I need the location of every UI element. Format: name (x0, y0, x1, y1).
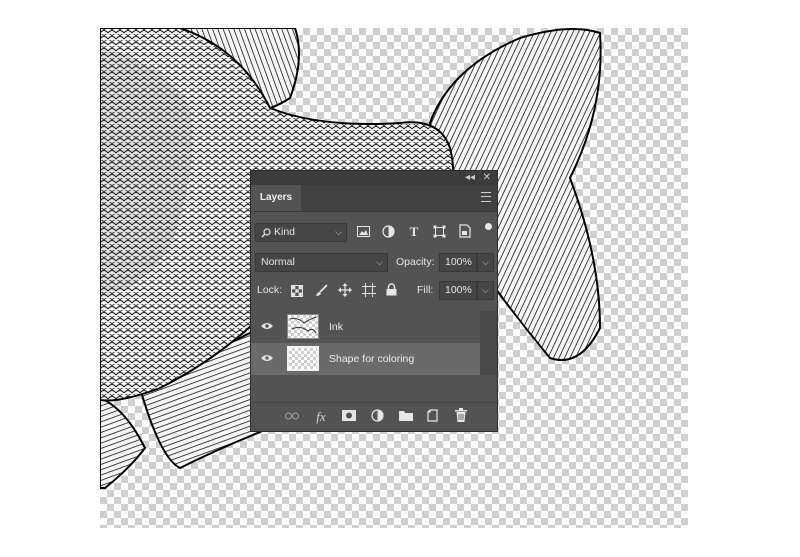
lock-transparent-icon[interactable] (291, 285, 303, 297)
opacity-dropdown[interactable]: ⌵ (477, 253, 494, 272)
fill-dropdown[interactable]: ⌵ (477, 281, 494, 300)
close-icon[interactable]: ✕ (483, 171, 491, 185)
layer-row-shape-for-coloring[interactable]: Shape for coloring (251, 343, 481, 375)
image-filter-icon[interactable] (357, 226, 370, 237)
lock-all-icon[interactable] (386, 283, 397, 296)
blend-row: Normal ⌵ Opacity: 100% ⌵ (251, 253, 497, 275)
tab-layers[interactable]: Layers (251, 185, 301, 211)
fill-input[interactable]: 100% (439, 281, 477, 300)
layers-scrollbar[interactable] (480, 311, 497, 375)
panel-tab-row: Layers (251, 185, 497, 212)
folder-icon[interactable] (399, 410, 413, 421)
fill-value: 100% (445, 284, 472, 296)
lock-paint-icon[interactable] (315, 284, 328, 297)
layer-thumbnail (287, 346, 319, 371)
chevron-down-icon: ⌵ (376, 257, 383, 267)
filter-toggle-switch[interactable] (485, 223, 492, 230)
opacity-value: 100% (445, 256, 472, 268)
blend-mode-label: Normal (261, 256, 295, 268)
type-filter-icon[interactable]: T (406, 224, 422, 240)
lock-label: Lock: (257, 284, 283, 296)
filter-kind-label: Kind (274, 226, 296, 238)
trash-icon[interactable] (455, 408, 467, 422)
panel-menu-icon[interactable] (481, 192, 491, 202)
opacity-label: Opacity: (396, 256, 435, 268)
fill-label: Fill: (417, 284, 434, 296)
search-icon (261, 228, 271, 238)
lock-row: Lock: Fill: 100% ⌵ (251, 281, 497, 303)
chevron-down-icon: ⌵ (335, 227, 342, 237)
chevron-down-icon: ⌵ (482, 285, 489, 295)
lock-position-icon[interactable] (338, 283, 352, 297)
layer-name[interactable]: Ink (329, 311, 343, 343)
layers-panel: ◂◂ ✕ Layers Kind ⌵ T Normal ⌵ Opacity: 1… (250, 170, 498, 432)
visibility-eye-icon[interactable] (261, 353, 273, 365)
chevron-down-icon: ⌵ (482, 257, 489, 267)
mask-icon[interactable] (342, 410, 356, 421)
filter-kind-select[interactable]: Kind ⌵ (255, 223, 347, 242)
adjustment-filter-icon[interactable] (382, 225, 395, 238)
filter-row: Kind ⌵ T (251, 223, 497, 245)
visibility-eye-icon[interactable] (261, 321, 273, 333)
link-icon[interactable] (285, 412, 299, 420)
layer-row-ink[interactable]: Ink (251, 311, 481, 343)
adjustment-icon[interactable] (371, 409, 384, 422)
layers-bottom-toolbar: fx (251, 402, 497, 431)
lock-artboard-icon[interactable] (362, 283, 376, 297)
panel-title-bar[interactable]: ◂◂ ✕ (251, 171, 497, 185)
fx-icon[interactable]: fx (313, 409, 329, 425)
layer-name[interactable]: Shape for coloring (329, 343, 414, 375)
layers-list: Ink Shape for coloring (251, 311, 481, 375)
new-layer-icon[interactable] (427, 409, 439, 422)
layer-thumbnail (287, 314, 319, 339)
blend-mode-select[interactable]: Normal ⌵ (255, 253, 388, 272)
opacity-input[interactable]: 100% (439, 253, 477, 272)
smartobject-filter-icon[interactable] (459, 224, 471, 238)
shape-filter-icon[interactable] (433, 225, 446, 238)
collapse-icon[interactable]: ◂◂ (465, 171, 475, 185)
